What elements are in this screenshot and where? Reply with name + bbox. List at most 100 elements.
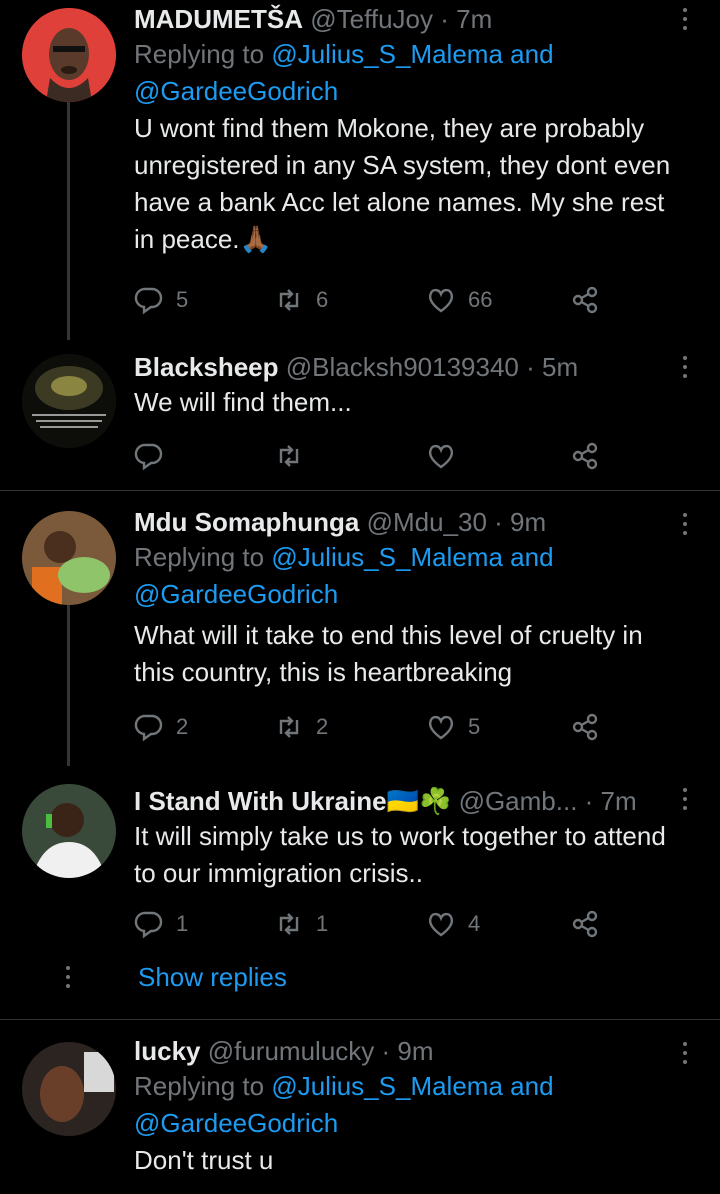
mention-link[interactable]: @GardeeGodrich — [134, 1108, 338, 1138]
reply-count: 5 — [176, 287, 189, 312]
retweet-button[interactable]: 2 — [274, 709, 328, 745]
share-button[interactable] — [570, 438, 600, 474]
share-button[interactable] — [570, 906, 600, 942]
more-icon[interactable] — [680, 8, 690, 30]
timestamp[interactable]: · 9m — [382, 1036, 434, 1066]
reply-icon — [134, 287, 163, 315]
tweet-content: Mdu Somaphunga @Mdu_30 · 9m Replying to … — [134, 505, 680, 691]
tweet-mdu-somaphunga[interactable]: Mdu Somaphunga @Mdu_30 · 9m Replying to … — [0, 491, 720, 766]
share-button[interactable] — [570, 709, 600, 745]
like-button[interactable] — [426, 438, 456, 474]
like-icon — [428, 288, 454, 313]
tweet-actions: 2 2 5 — [134, 709, 614, 745]
retweet-count: 2 — [316, 714, 329, 739]
handle[interactable]: @furumulucky — [208, 1036, 375, 1066]
like-button[interactable]: 66 — [426, 282, 492, 318]
reply-count: 1 — [176, 911, 189, 936]
reply-icon — [134, 714, 163, 742]
tweet-header: Blacksheep @Blacksh90139340 · 5m — [134, 350, 680, 384]
replying-and[interactable]: and — [510, 1071, 553, 1101]
reply-count: 2 — [176, 714, 189, 739]
reply-button[interactable] — [134, 438, 164, 474]
reply-icon — [134, 443, 163, 471]
thread-line — [67, 599, 70, 766]
thread-line — [67, 100, 70, 340]
replying-prefix: Replying to — [134, 542, 265, 572]
thread-dots-icon — [66, 966, 70, 988]
tweet-content: I Stand With Ukraine🇺🇦☘️ @Gamb... · 7m I… — [134, 784, 680, 892]
replying-and[interactable]: and — [510, 39, 553, 69]
mention-link[interactable]: @GardeeGodrich — [134, 76, 338, 106]
retweet-count: 1 — [316, 911, 329, 936]
tweet-content: MADUMETŠA @TeffuJoy · 7m Replying to @Ju… — [134, 2, 680, 258]
tweet-madumetsa[interactable]: MADUMETŠA @TeffuJoy · 7m Replying to @Ju… — [0, 0, 720, 340]
replying-prefix: Replying to — [134, 1071, 265, 1101]
show-replies-link[interactable]: Show replies — [138, 962, 287, 993]
tweet-content: Blacksheep @Blacksh90139340 · 5m We will… — [134, 350, 680, 421]
timestamp[interactable]: · 9m — [494, 507, 546, 537]
retweet-icon — [279, 716, 299, 738]
tweet-text: U wont find them Mokone, they are probab… — [134, 113, 671, 254]
like-button[interactable]: 4 — [426, 906, 480, 942]
tweet-i-stand-with-ukraine[interactable]: I Stand With Ukraine🇺🇦☘️ @Gamb... · 7m I… — [0, 766, 720, 1016]
like-icon — [428, 912, 454, 937]
tweet-header: I Stand With Ukraine🇺🇦☘️ @Gamb... · 7m — [134, 784, 680, 818]
like-icon — [428, 715, 454, 740]
tweet-header: MADUMETŠA @TeffuJoy · 7m — [134, 2, 680, 36]
handle[interactable]: @TeffuJoy — [310, 4, 433, 34]
tweet-actions: 1 1 4 — [134, 906, 614, 942]
tweet-text: We will find them... — [134, 387, 352, 417]
like-count: 66 — [468, 287, 493, 312]
avatar[interactable] — [22, 784, 116, 878]
share-button[interactable] — [570, 282, 600, 318]
handle[interactable]: @Blacksh90139340 — [286, 352, 519, 382]
timestamp[interactable]: · 7m — [440, 4, 492, 34]
avatar[interactable] — [22, 1042, 116, 1136]
mention-link[interactable]: @Julius_S_Malema — [271, 39, 503, 69]
tweet-text: Don't trust u — [134, 1145, 274, 1175]
tweet-blacksheep[interactable]: Blacksheep @Blacksh90139340 · 5m We will… — [0, 340, 720, 490]
mention-link[interactable]: @Julius_S_Malema — [271, 1071, 503, 1101]
display-name[interactable]: lucky — [134, 1036, 201, 1066]
replying-prefix: Replying to — [134, 39, 265, 69]
avatar[interactable] — [22, 354, 116, 448]
avatar[interactable] — [22, 511, 116, 605]
share-icon — [572, 442, 598, 470]
display-name[interactable]: Mdu Somaphunga — [134, 507, 359, 537]
tweet-lucky[interactable]: lucky @furumulucky · 9m Replying to @Jul… — [0, 1020, 720, 1194]
retweet-button[interactable]: 6 — [274, 282, 328, 318]
like-count: 5 — [468, 714, 481, 739]
replying-and[interactable]: and — [510, 542, 553, 572]
like-icon — [428, 444, 454, 469]
reply-button[interactable]: 2 — [134, 709, 188, 745]
mention-link[interactable]: @Julius_S_Malema — [271, 542, 503, 572]
retweet-button[interactable] — [274, 438, 304, 474]
share-icon — [572, 910, 598, 938]
timestamp[interactable]: · 7m — [585, 786, 637, 816]
retweet-count: 6 — [316, 287, 329, 312]
replying-to: Replying to @Julius_S_Malema and @Gardee… — [134, 36, 680, 110]
reply-button[interactable]: 5 — [134, 282, 188, 318]
display-name[interactable]: I Stand With Ukraine🇺🇦☘️ — [134, 786, 451, 816]
like-count: 4 — [468, 911, 481, 936]
tweet-content: lucky @furumulucky · 9m Replying to @Jul… — [134, 1034, 680, 1179]
more-icon[interactable] — [680, 1042, 690, 1064]
display-name[interactable]: Blacksheep — [134, 352, 279, 382]
like-button[interactable]: 5 — [426, 709, 480, 745]
replying-to: Replying to @Julius_S_Malema and @Gardee… — [134, 539, 680, 613]
retweet-button[interactable]: 1 — [274, 906, 328, 942]
more-icon[interactable] — [680, 788, 690, 810]
avatar[interactable] — [22, 8, 116, 102]
retweet-icon — [279, 913, 299, 935]
handle[interactable]: @Mdu_30 — [367, 507, 487, 537]
reply-button[interactable]: 1 — [134, 906, 188, 942]
display-name[interactable]: MADUMETŠA — [134, 4, 303, 34]
mention-link[interactable]: @GardeeGodrich — [134, 579, 338, 609]
handle[interactable]: @Gamb... — [459, 786, 578, 816]
tweet-text: What will it take to end this level of c… — [134, 620, 643, 687]
timestamp[interactable]: · 5m — [526, 352, 578, 382]
tweet-actions: 5 6 66 — [134, 282, 614, 318]
more-icon[interactable] — [680, 356, 690, 378]
more-icon[interactable] — [680, 513, 690, 535]
reply-icon — [134, 911, 163, 939]
